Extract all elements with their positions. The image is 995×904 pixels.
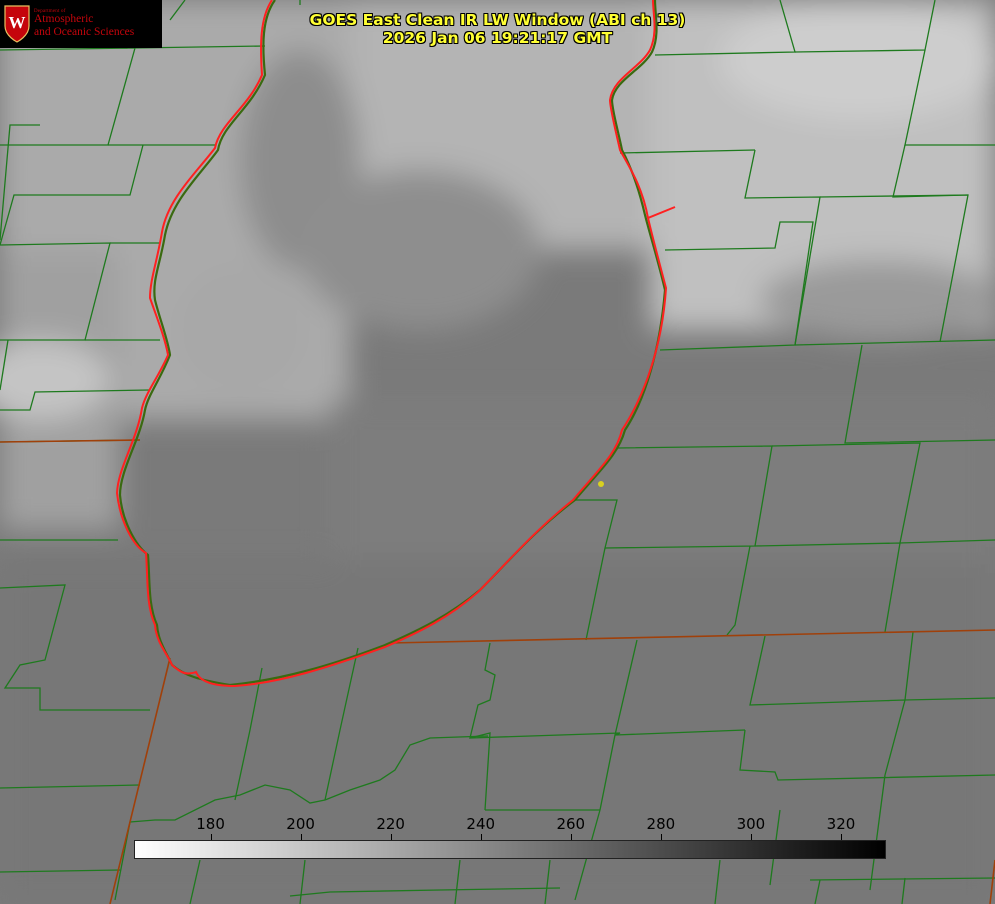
image-title: GOES East Clean IR LW Window (ABI ch 13)… — [0, 11, 995, 47]
colorbar-tick-label: 180 — [196, 815, 225, 833]
colorbar-tick-label: 200 — [286, 815, 315, 833]
colorbar — [134, 840, 886, 859]
colorbar-tick-label: 300 — [736, 815, 766, 833]
colorbar-tick-label: 220 — [376, 815, 405, 833]
colorbar-tick-label: 280 — [646, 815, 676, 833]
colorbar-tick-label: 320 — [826, 815, 856, 833]
title-line1: GOES East Clean IR LW Window (ABI ch 13) — [309, 11, 686, 29]
colorbar-tick-label: 260 — [556, 815, 586, 833]
colorbar-tick-label: 240 — [466, 815, 496, 833]
station-marker — [598, 481, 604, 487]
satellite-map — [0, 0, 995, 904]
title-line2: 2026 Jan 06 19:21:17 GMT — [382, 28, 613, 47]
